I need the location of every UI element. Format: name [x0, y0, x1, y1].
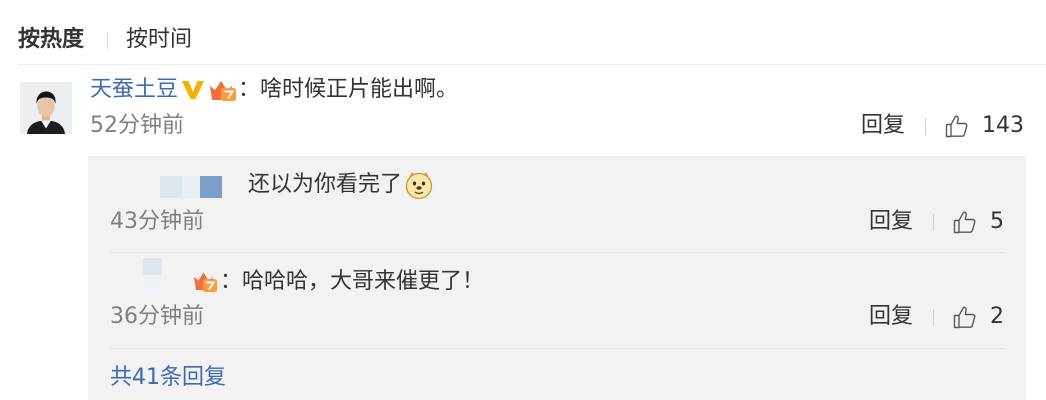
thumb-up-icon [944, 113, 970, 139]
vip-badge-icon [193, 269, 219, 295]
redacted-username [143, 258, 162, 292]
like-count: 143 [982, 113, 1024, 138]
vip-badge-icon [208, 77, 238, 103]
action-separator [925, 117, 926, 135]
doge-emoji-icon [404, 170, 434, 200]
tab-separator [107, 32, 108, 49]
thumb-up-icon [952, 304, 978, 330]
reply-actions: 回复 5 [869, 209, 1004, 235]
tabs-divider [18, 64, 1046, 65]
action-separator [933, 308, 934, 326]
tab-sort-by-popularity[interactable]: 按热度 [18, 27, 84, 53]
comment-timestamp: 52分钟前 [90, 113, 184, 138]
reply-button[interactable]: 回复 [869, 209, 913, 235]
verified-v-icon [181, 79, 205, 101]
like-button[interactable]: 2 [952, 304, 1004, 330]
reply-timestamp: 36分钟前 [110, 304, 204, 329]
tab-sort-by-time[interactable]: 按时间 [126, 27, 192, 53]
comment-actions: 回复 143 [861, 113, 1024, 139]
reply-divider [110, 252, 1004, 253]
reply-text: 还以为你看完了 [248, 172, 403, 197]
redacted-username [160, 176, 222, 198]
comment-text: ：啥时候正片能出啊。 [238, 77, 459, 102]
like-count: 2 [990, 304, 1004, 329]
thumb-up-icon [952, 209, 978, 235]
action-separator [933, 213, 934, 231]
avatar-image [20, 82, 72, 134]
comment-username[interactable]: 天蚕土豆 [90, 76, 178, 104]
like-button[interactable]: 5 [952, 209, 1004, 235]
reply-content: ：哈哈哈，大哥来催更了！ [193, 268, 484, 296]
reply-divider [110, 348, 1004, 349]
reply-button[interactable]: 回复 [861, 113, 905, 139]
reply-button[interactable]: 回复 [869, 304, 913, 330]
reply-actions: 回复 2 [869, 304, 1004, 330]
like-count: 5 [990, 209, 1004, 234]
reply-content: 还以为你看完了 [248, 170, 434, 200]
reply-text: ：哈哈哈，大哥来催更了！ [220, 269, 485, 294]
avatar[interactable] [20, 82, 72, 134]
like-button[interactable]: 143 [944, 113, 1024, 139]
view-all-replies-link[interactable]: 共41条回复 [110, 365, 226, 391]
reply-timestamp: 43分钟前 [110, 209, 204, 234]
comment-header: 天蚕土豆 ：啥时候正片能出啊。 [90, 76, 458, 104]
